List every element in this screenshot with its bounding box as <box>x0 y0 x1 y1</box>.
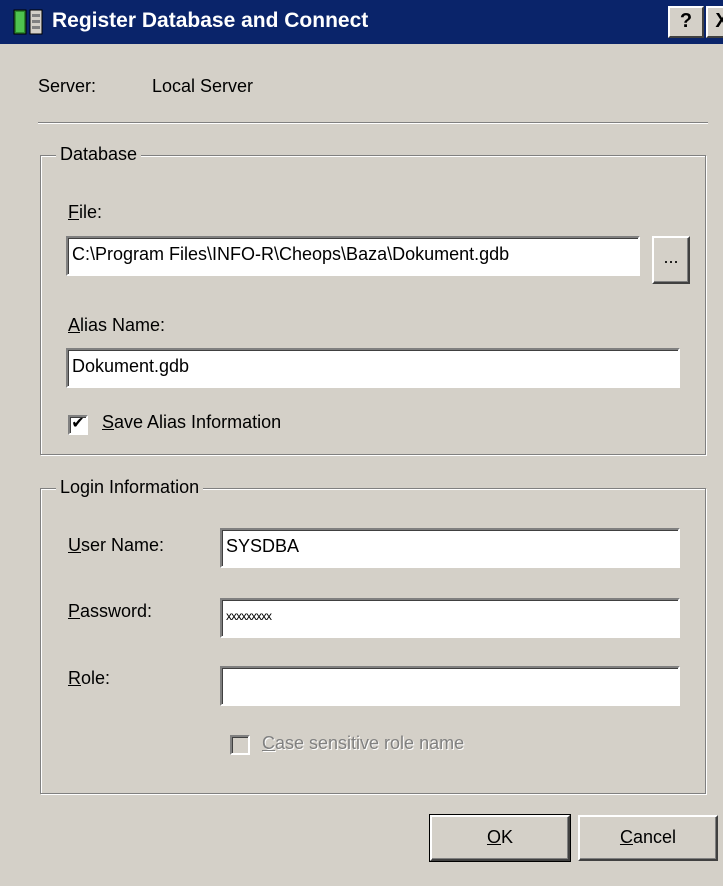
database-group <box>40 155 706 455</box>
register-database-dialog: Register Database and Connect ? X Server… <box>0 0 723 886</box>
role-label: Role: <box>68 668 111 688</box>
database-app-icon <box>13 9 43 35</box>
close-icon: X <box>715 10 723 32</box>
password-label: Password: <box>68 601 153 621</box>
password-input[interactable]: xxxxxxxxx <box>220 598 680 638</box>
cancel-button[interactable]: Cancel <box>578 815 718 861</box>
checkmark-icon: ✔ <box>71 415 85 432</box>
separator <box>38 122 708 124</box>
alias-name-label: Alias Name: <box>68 315 166 335</box>
role-input[interactable] <box>220 666 680 706</box>
file-input[interactable]: C:\Program Files\INFO-R\Cheops\Baza\Doku… <box>66 236 640 276</box>
help-button[interactable]: ? <box>668 6 704 38</box>
file-label: File: <box>68 202 103 222</box>
help-icon: ? <box>679 10 693 32</box>
save-alias-checkbox[interactable]: ✔ <box>68 415 88 435</box>
case-sensitive-checkbox[interactable] <box>230 735 250 755</box>
ok-button[interactable]: OK <box>429 814 571 862</box>
login-group-legend: Login Information <box>56 477 204 498</box>
dialog-title: Register Database and Connect <box>52 9 369 32</box>
close-button[interactable]: X <box>706 6 723 38</box>
user-name-input[interactable]: SYSDBA <box>220 528 680 568</box>
save-alias-label[interactable]: Save Alias Information <box>102 412 281 433</box>
database-group-legend: Database <box>56 144 142 165</box>
user-name-label: User Name: <box>68 535 165 555</box>
browse-button[interactable]: ... <box>652 236 690 284</box>
title-bar[interactable]: Register Database and Connect ? X <box>0 0 723 44</box>
server-value: Local Server <box>152 76 254 96</box>
case-sensitive-label: Case sensitive role name <box>262 733 465 753</box>
server-label: Server: <box>38 76 97 96</box>
alias-name-input[interactable]: Dokument.gdb <box>66 348 680 388</box>
